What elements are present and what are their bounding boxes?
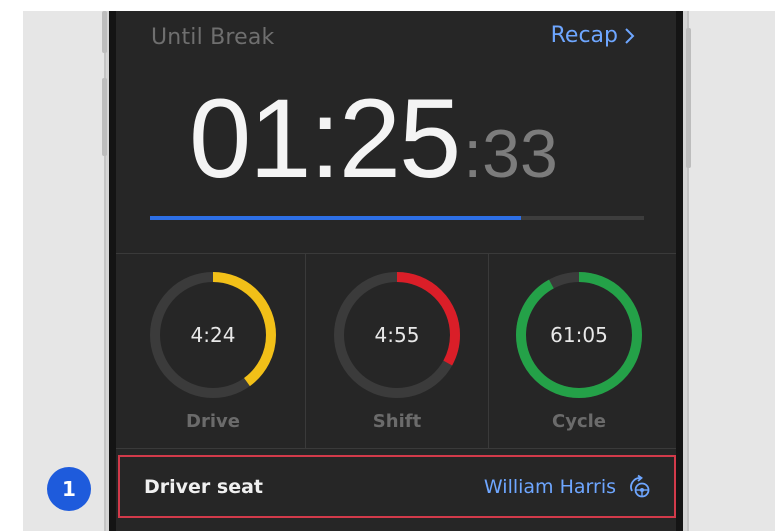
- gauge-label-cycle: Cycle: [552, 411, 606, 432]
- divider: [116, 448, 676, 449]
- gauge-cycle[interactable]: 61:05 Cycle: [489, 254, 676, 448]
- recap-label: Recap: [550, 23, 618, 48]
- gauge-value-drive: 4:24: [190, 323, 236, 347]
- countdown-hours-minutes: 01:25: [189, 76, 461, 201]
- app-screen: Until Break Recap 01:25 :33 4:24 Drive 4…: [116, 11, 676, 531]
- gauge-value-cycle: 61:05: [550, 323, 608, 347]
- break-progress-bar: [150, 216, 644, 220]
- until-break-label: Until Break: [151, 25, 275, 50]
- break-countdown: 01:25 :33: [189, 83, 609, 203]
- break-progress-fill: [150, 216, 521, 220]
- countdown-seconds: :33: [463, 116, 558, 192]
- gauge-label-shift: Shift: [372, 411, 422, 432]
- phone-side-button: [102, 11, 107, 53]
- gauge-value-shift: 4:55: [374, 323, 420, 347]
- step-badge: 1: [47, 467, 91, 511]
- gauge-shift[interactable]: 4:55 Shift: [306, 254, 489, 448]
- phone-volume-button: [102, 78, 107, 156]
- recap-link[interactable]: Recap: [551, 23, 636, 48]
- hours-gauges: 4:24 Drive 4:55 Shift 61:05 Cycle: [116, 254, 676, 448]
- chevron-right-icon: [625, 27, 635, 44]
- highlight-box: [118, 455, 676, 518]
- phone-power-button: [686, 28, 691, 168]
- gauge-drive[interactable]: 4:24 Drive: [116, 254, 306, 448]
- gauge-label-drive: Drive: [186, 411, 240, 432]
